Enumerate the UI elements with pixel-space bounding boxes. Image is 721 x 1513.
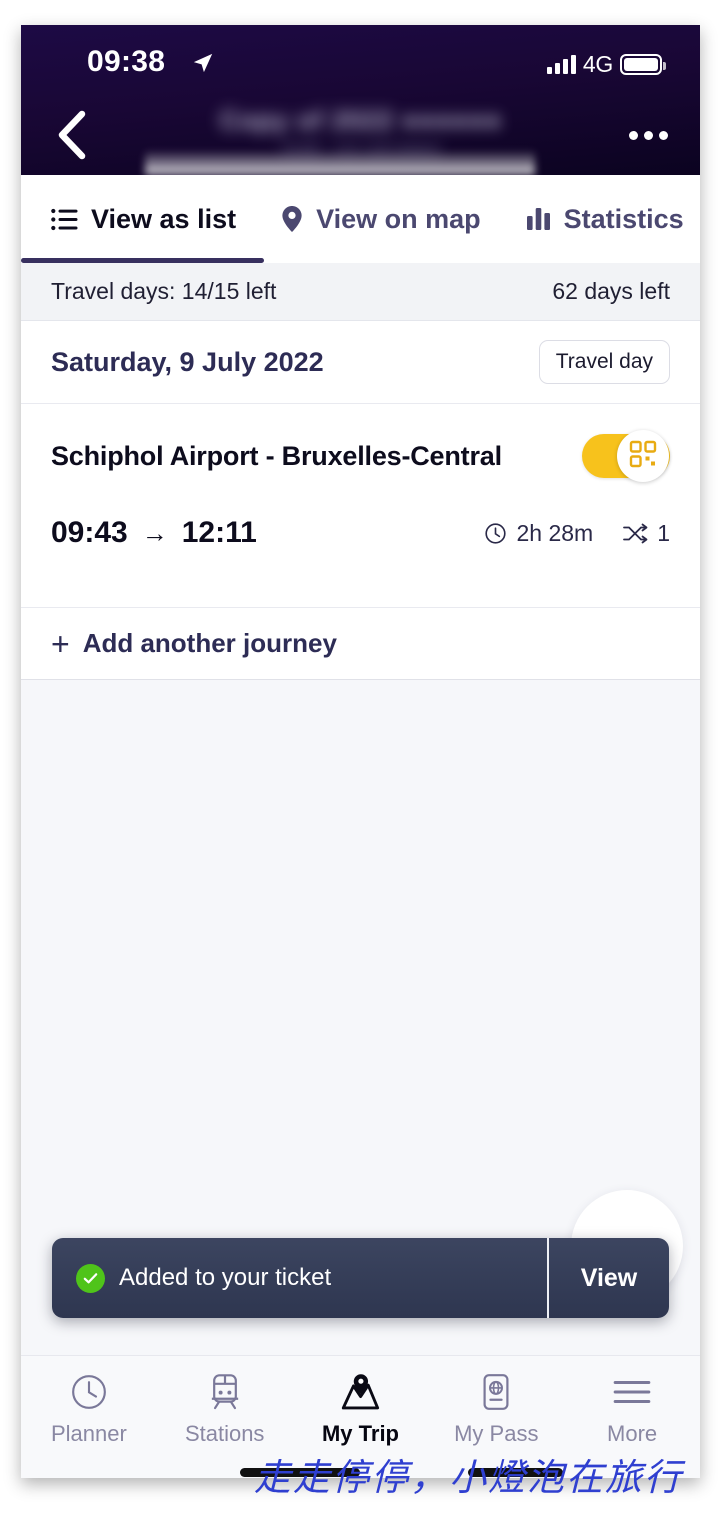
nav-label: More: [607, 1421, 658, 1446]
nav-label: Planner: [50, 1421, 127, 1446]
journey-times: 09:43 → 12:11: [51, 516, 257, 550]
check-circle-icon: [76, 1263, 105, 1293]
tab-statistics[interactable]: Statistics: [526, 175, 684, 263]
signal-bars-icon: [546, 55, 576, 74]
tab-label: View on map: [316, 203, 481, 234]
page-title: Copy of 2022 ●●●●●●: [219, 104, 503, 135]
app-header: 09:38 4G Copy of 2022 ●●●●●● Draft - not…: [21, 25, 700, 175]
nav-label: My Pass: [454, 1421, 539, 1446]
clock-icon: [484, 522, 507, 545]
ticket-qr-toggle[interactable]: [582, 430, 670, 482]
nav-item-my-pass[interactable]: My Pass: [428, 1372, 564, 1447]
qr-code-icon: [629, 440, 657, 473]
page-subtitle: Draft - not calculated: [282, 139, 440, 159]
arrow-icon: →: [141, 517, 168, 548]
bottom-navigation: Planner Stations My Trip My Pass More: [21, 1355, 700, 1478]
status-bar-indicators: 4G: [546, 51, 666, 78]
network-type-label: 4G: [582, 51, 613, 77]
travel-days-bar: Travel days: 14/15 left 62 days left: [21, 263, 700, 321]
pass-phone-icon: [481, 1372, 511, 1412]
travel-days-left-label: Travel days: 14/15 left: [51, 278, 277, 304]
trip-title-block: Copy of 2022 ●●●●●● Draft - not calculat…: [141, 97, 581, 167]
plus-icon: +: [51, 625, 70, 662]
travel-day-badge[interactable]: Travel day: [538, 340, 670, 384]
tab-view-as-list[interactable]: View as list: [21, 175, 265, 263]
journey-card[interactable]: Schiphol Airport - Bruxelles-Central 09:…: [21, 404, 700, 608]
nav-item-more[interactable]: More: [564, 1372, 700, 1447]
hamburger-menu-icon: [613, 1372, 651, 1412]
departure-time: 09:43: [51, 516, 128, 549]
date-header-row: Saturday, 9 July 2022 Travel day: [21, 321, 700, 404]
journey-route: Schiphol Airport - Bruxelles-Central: [51, 440, 502, 471]
battery-full-icon: [620, 54, 666, 75]
add-journey-label: Add another journey: [82, 628, 337, 658]
more-options-icon[interactable]: [620, 111, 676, 159]
phone-screen: 09:38 4G Copy of 2022 ●●●●●● Draft - not…: [21, 25, 700, 1478]
journey-card-top: Schiphol Airport - Bruxelles-Central: [51, 430, 670, 482]
nav-bar: Copy of 2022 ●●●●●● Draft - not calculat…: [21, 97, 700, 175]
added-to-ticket-toast: Added to your ticket View: [52, 1238, 669, 1318]
days-remaining-label: 62 days left: [552, 278, 670, 304]
status-bar: 09:38 4G: [21, 25, 700, 97]
journey-date: Saturday, 9 July 2022: [51, 346, 324, 377]
toast-message: Added to your ticket: [119, 1264, 332, 1291]
empty-content-area: [21, 680, 700, 1302]
toggle-knob: [617, 430, 669, 482]
nav-label: Stations: [184, 1421, 265, 1446]
nav-label: My Trip: [321, 1421, 399, 1446]
transfer-icon: [622, 522, 648, 545]
view-tabs: View as list View on map Statistics: [21, 175, 700, 263]
tab-view-on-map[interactable]: View on map: [281, 175, 481, 263]
journey-duration: 2h 28m: [516, 519, 594, 546]
nav-item-planner[interactable]: Planner: [21, 1372, 157, 1447]
trip-map-pin-icon: [340, 1372, 380, 1412]
location-arrow-icon: [192, 52, 214, 74]
arrival-time: 12:11: [181, 516, 257, 549]
transfer-count: 1: [657, 519, 670, 546]
tab-label: View as list: [91, 203, 237, 234]
clock-icon: [70, 1372, 108, 1412]
train-icon: [207, 1372, 243, 1412]
journey-card-bottom: 09:43 → 12:11 2h 28m 1: [51, 516, 670, 550]
status-bar-time: 09:38: [87, 45, 166, 78]
nav-item-stations[interactable]: Stations: [157, 1372, 293, 1447]
nav-item-my-trip[interactable]: My Trip: [293, 1372, 429, 1447]
toast-view-button[interactable]: View: [549, 1238, 669, 1318]
bar-chart-icon: [526, 207, 551, 231]
list-icon: [51, 208, 78, 231]
back-chevron-icon: [54, 110, 88, 160]
tab-label: Statistics: [563, 203, 684, 234]
add-another-journey-button[interactable]: + Add another journey: [21, 608, 700, 680]
toast-message-area: Added to your ticket: [52, 1238, 549, 1318]
map-pin-icon: [281, 205, 303, 233]
toast-container: Added to your ticket View: [52, 1238, 669, 1318]
back-button[interactable]: [39, 103, 103, 167]
journey-meta: 2h 28m 1: [484, 520, 670, 547]
